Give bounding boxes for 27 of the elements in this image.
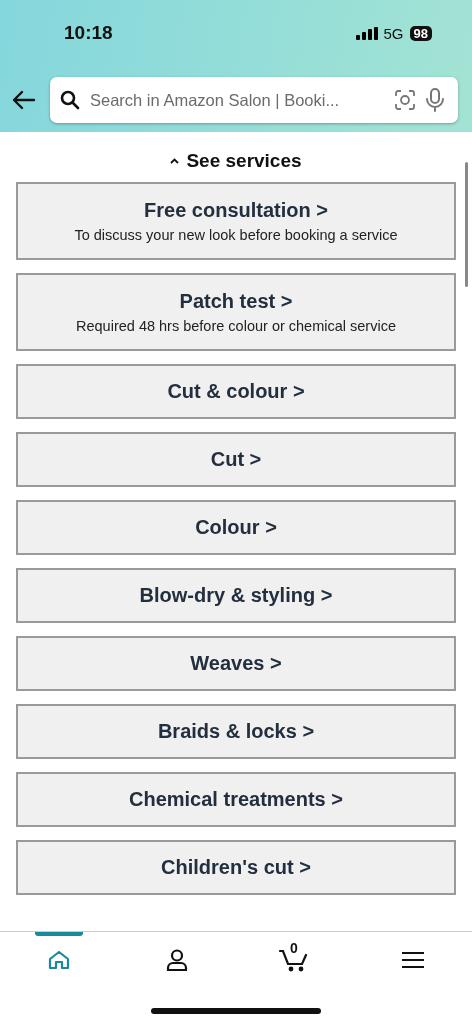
signal-icon xyxy=(355,26,378,40)
service-button[interactable]: Free consultation > To discuss your new look before booking a service xyxy=(16,182,456,260)
back-arrow-icon[interactable] xyxy=(12,90,36,110)
network-label: 5G xyxy=(383,24,404,42)
service-button[interactable]: Patch test > Required 48 hrs before colour or chemical service xyxy=(16,273,456,351)
service-button[interactable]: Chemical treatments > xyxy=(16,772,456,827)
search-icon xyxy=(60,90,80,110)
service-button[interactable]: Braids & locks > xyxy=(16,704,456,759)
battery-level: 98 xyxy=(409,25,432,41)
caret-icon xyxy=(170,158,180,164)
selected-indicator xyxy=(35,932,83,936)
camera-scan-icon[interactable] xyxy=(394,89,416,111)
person-icon xyxy=(166,949,188,971)
microphone-icon[interactable] xyxy=(426,88,444,112)
service-button[interactable]: Cut > xyxy=(16,432,456,487)
service-button[interactable]: Blow-dry & styling > xyxy=(16,568,456,623)
search-field[interactable]: Search in Amazon Salon | Booki... xyxy=(50,77,458,123)
cart-tab[interactable]: 0 xyxy=(236,932,354,988)
menu-icon xyxy=(402,951,424,969)
see-services-toggle[interactable]: See services xyxy=(170,150,302,172)
service-button[interactable]: Cut & colour > xyxy=(16,364,456,419)
cart-count: 0 xyxy=(290,940,298,956)
service-button[interactable]: Weaves > xyxy=(16,636,456,691)
service-button[interactable]: Colour > xyxy=(16,500,456,555)
service-button[interactable]: Children's cut > xyxy=(16,840,456,895)
status-time: 10:18 xyxy=(64,22,113,44)
home-icon xyxy=(48,950,70,970)
